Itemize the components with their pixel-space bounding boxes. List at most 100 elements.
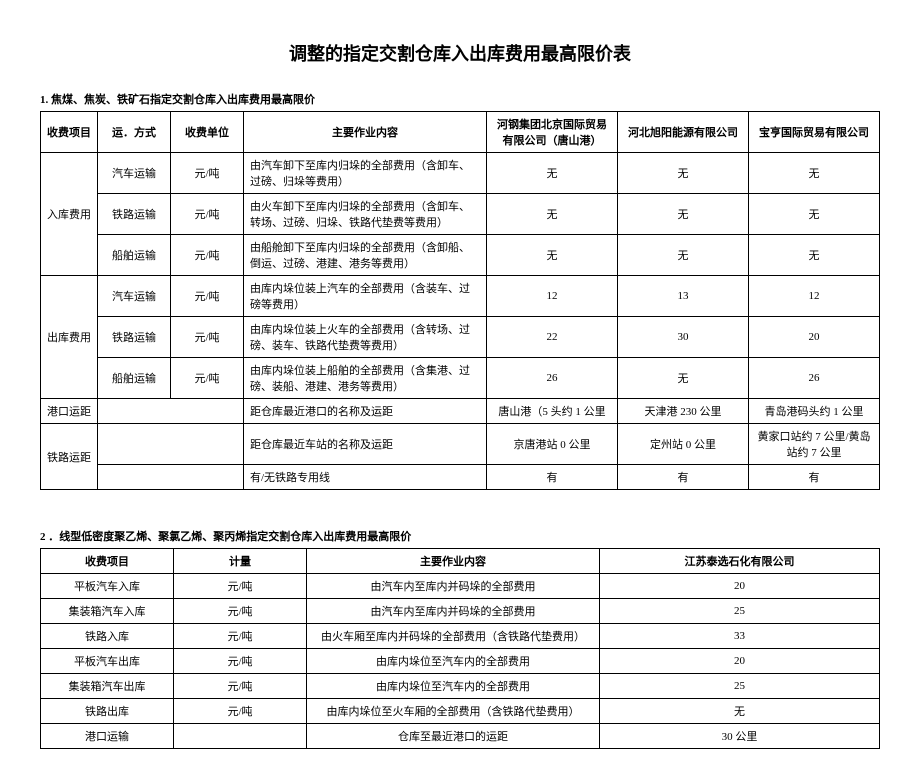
- table-row: 船舶运输 元/吨 由库内垛位装上船舶的全部费用（含集港、过磅、装船、港建、港务等…: [41, 358, 880, 399]
- cell: 港口运输: [41, 724, 174, 749]
- cell: [98, 399, 244, 424]
- cell: 无: [749, 235, 880, 276]
- cell: 青岛港码头约 1 公里: [749, 399, 880, 424]
- cell: 黄家口站约 7 公里/黄岛站约 7 公里: [749, 424, 880, 465]
- cell: 由库内垛位装上汽车的全部费用（含装车、过磅等费用）: [244, 276, 487, 317]
- cell: 元/吨: [171, 153, 244, 194]
- cell: 由火车厢至库内并码垛的全部费用（含铁路代垫费用）: [307, 624, 600, 649]
- table-row: 集装箱汽车入库 元/吨 由汽车内至库内并码垛的全部费用 25: [41, 599, 880, 624]
- cell: [174, 724, 307, 749]
- cell: 铁路入库: [41, 624, 174, 649]
- cell: 由库内垛位至汽车内的全部费用: [307, 649, 600, 674]
- cell: 由库内垛位装上火车的全部费用（含转场、过磅、装车、铁路代垫费等费用）: [244, 317, 487, 358]
- cell: 无: [600, 699, 880, 724]
- cell: 由库内垛位至汽车内的全部费用: [307, 674, 600, 699]
- cell: 集装箱汽车入库: [41, 599, 174, 624]
- cell: 元/吨: [171, 358, 244, 399]
- cell: 平板汽车出库: [41, 649, 174, 674]
- cell: 12: [749, 276, 880, 317]
- cell: 由库内垛位装上船舶的全部费用（含集港、过磅、装船、港建、港务等费用）: [244, 358, 487, 399]
- cell: 仓库至最近港口的运距: [307, 724, 600, 749]
- cell: 有: [487, 465, 618, 490]
- cell: 元/吨: [174, 674, 307, 699]
- cell: 12: [487, 276, 618, 317]
- cell: 距仓库最近车站的名称及运距: [244, 424, 487, 465]
- cell: 铁路运输: [98, 317, 171, 358]
- th-fee-item: 收费项目: [41, 112, 98, 153]
- cell: 13: [618, 276, 749, 317]
- table-2: 收费项目 计量 主要作业内容 江苏泰选石化有限公司 平板汽车入库 元/吨 由汽车…: [40, 548, 880, 749]
- cell: 由汽车内至库内并码垛的全部费用: [307, 599, 600, 624]
- table-row: 铁路运输 元/吨 由火车卸下至库内归垛的全部费用（含卸车、转场、过磅、归垛、铁路…: [41, 194, 880, 235]
- cell: 铁路运输: [98, 194, 171, 235]
- cell: 元/吨: [174, 649, 307, 674]
- cell: 元/吨: [171, 194, 244, 235]
- cell: 有/无铁路专用线: [244, 465, 487, 490]
- cell: 元/吨: [171, 235, 244, 276]
- cell: 集装箱汽车出库: [41, 674, 174, 699]
- cell: 由库内垛位至火车厢的全部费用（含铁路代垫费用）: [307, 699, 600, 724]
- cell-port-group: 港口运距: [41, 399, 98, 424]
- cell: [98, 465, 244, 490]
- cell: 无: [618, 358, 749, 399]
- table-row: 收费项目 计量 主要作业内容 江苏泰选石化有限公司: [41, 549, 880, 574]
- cell: 汽车运输: [98, 276, 171, 317]
- cell-rail-group: 铁路运距: [41, 424, 98, 490]
- cell: 元/吨: [171, 276, 244, 317]
- table-row: 出库费用 汽车运输 元/吨 由库内垛位装上汽车的全部费用（含装车、过磅等费用） …: [41, 276, 880, 317]
- cell: 由火车卸下至库内归垛的全部费用（含卸车、转场、过磅、归垛、铁路代垫费等费用）: [244, 194, 487, 235]
- cell: 唐山港（5 头约 1 公里: [487, 399, 618, 424]
- table-1: 收费项目 运．方式 收费单位 主要作业内容 河钢集团北京国际贸易有限公司（唐山港…: [40, 111, 880, 490]
- cell: 无: [618, 194, 749, 235]
- cell: 20: [749, 317, 880, 358]
- cell: 无: [749, 194, 880, 235]
- cell: [98, 424, 244, 465]
- th-comp: 江苏泰选石化有限公司: [600, 549, 880, 574]
- table-row: 船舶运输 元/吨 由船舱卸下至库内归垛的全部费用（含卸船、倒运、过磅、港建、港务…: [41, 235, 880, 276]
- cell: 元/吨: [174, 599, 307, 624]
- table-row: 入库费用 汽车运输 元/吨 由汽车卸下至库内归垛的全部费用（含卸车、过磅、归垛等…: [41, 153, 880, 194]
- th-comp2: 河北旭阳能源有限公司: [618, 112, 749, 153]
- table-row: 平板汽车出库 元/吨 由库内垛位至汽车内的全部费用 20: [41, 649, 880, 674]
- table-row: 平板汽车入库 元/吨 由汽车内至库内并码垛的全部费用 20: [41, 574, 880, 599]
- cell: 30: [618, 317, 749, 358]
- table-row: 集装箱汽车出库 元/吨 由库内垛位至汽车内的全部费用 25: [41, 674, 880, 699]
- cell: 由船舱卸下至库内归垛的全部费用（含卸船、倒运、过磅、港建、港务等费用）: [244, 235, 487, 276]
- table-row: 铁路出库 元/吨 由库内垛位至火车厢的全部费用（含铁路代垫费用） 无: [41, 699, 880, 724]
- cell: 平板汽车入库: [41, 574, 174, 599]
- th-unit: 收费单位: [171, 112, 244, 153]
- cell: 元/吨: [174, 624, 307, 649]
- cell: 京唐港站 0 公里: [487, 424, 618, 465]
- cell: 26: [487, 358, 618, 399]
- table-row: 港口运输 仓库至最近港口的运距 30 公里: [41, 724, 880, 749]
- cell: 距仓库最近港口的名称及运距: [244, 399, 487, 424]
- th-item: 收费项目: [41, 549, 174, 574]
- cell: 20: [600, 649, 880, 674]
- cell: 无: [487, 235, 618, 276]
- cell: 33: [600, 624, 880, 649]
- cell: 无: [487, 153, 618, 194]
- cell: 元/吨: [171, 317, 244, 358]
- cell: 无: [618, 235, 749, 276]
- cell: 元/吨: [174, 699, 307, 724]
- cell: 30 公里: [600, 724, 880, 749]
- cell: 定州站 0 公里: [618, 424, 749, 465]
- section2-label: 2 ．线型低密度聚乙烯、聚氯乙烯、聚丙烯指定交割仓库入出库费用最高限价: [40, 528, 880, 544]
- table-row: 收费项目 运．方式 收费单位 主要作业内容 河钢集团北京国际贸易有限公司（唐山港…: [41, 112, 880, 153]
- th-comp1: 河钢集团北京国际贸易有限公司（唐山港）: [487, 112, 618, 153]
- th-comp3: 宝亨国际贸易有限公司: [749, 112, 880, 153]
- th-method: 运．方式: [98, 112, 171, 153]
- cell-out-group: 出库费用: [41, 276, 98, 399]
- table-row: 铁路运输 元/吨 由库内垛位装上火车的全部费用（含转场、过磅、装车、铁路代垫费等…: [41, 317, 880, 358]
- cell: 由汽车内至库内并码垛的全部费用: [307, 574, 600, 599]
- cell: 有: [618, 465, 749, 490]
- cell: 船舶运输: [98, 235, 171, 276]
- cell: 有: [749, 465, 880, 490]
- cell: 无: [618, 153, 749, 194]
- table-row: 港口运距 距仓库最近港口的名称及运距 唐山港（5 头约 1 公里 天津港 230…: [41, 399, 880, 424]
- section1-label: 1. 焦煤、焦炭、铁矿石指定交割仓库入出库费用最高限价: [40, 91, 880, 107]
- cell: 无: [487, 194, 618, 235]
- cell: 铁路出库: [41, 699, 174, 724]
- cell: 元/吨: [174, 574, 307, 599]
- cell-in-group: 入库费用: [41, 153, 98, 276]
